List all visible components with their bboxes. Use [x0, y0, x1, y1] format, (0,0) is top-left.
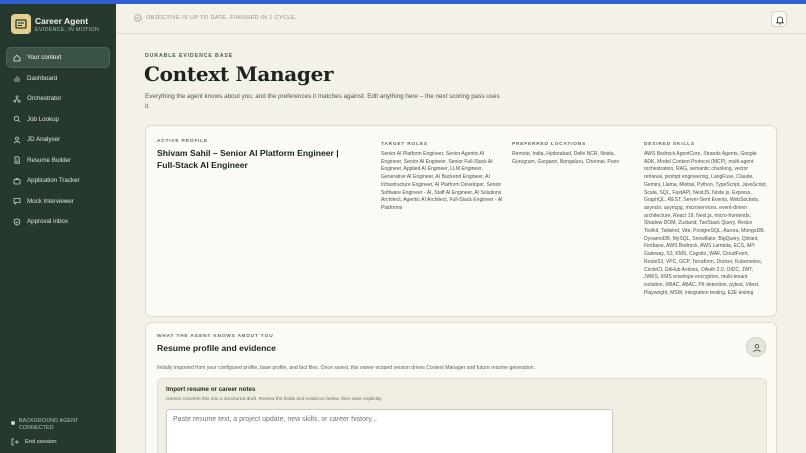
import-hint: Gemini converts this into a structured d… [166, 397, 383, 402]
profile-avatar-button[interactable] [746, 337, 766, 357]
sidebar-item-label: Mock Interviewer [27, 197, 74, 205]
shield-icon [13, 217, 21, 226]
logo-icon [11, 14, 31, 34]
evidence-description: Initially imported from your configured … [157, 365, 535, 371]
active-profile-card: ACTIVE PROFILE Shivam Sahil – Senior AI … [145, 125, 777, 317]
target-roles-label: TARGET ROLES [381, 142, 428, 147]
chat-icon [13, 198, 21, 205]
sidebar-item-job-lookup[interactable]: Job Lookup [7, 110, 109, 129]
sidebar-nav: Your context Dashboard Orchestrator Job … [6, 47, 110, 233]
page-description: Everything the agent knows about you, an… [145, 93, 500, 110]
sidebar-item-label: Your context [27, 54, 62, 61]
network-icon [13, 94, 21, 103]
import-title: Import resume or career notes [166, 386, 256, 393]
briefcase-icon [13, 177, 21, 184]
resume-evidence-card: WHAT THE AGENT KNOWS ABOUT YOU Resume pr… [145, 322, 777, 453]
sidebar-item-dashboard[interactable]: Dashboard [7, 69, 109, 88]
sidebar-item-jd-analyser[interactable]: JD Analyser [7, 130, 109, 149]
brand: Career Agent EVIDENCE, IN MOTION [11, 14, 111, 40]
user-icon [753, 344, 761, 353]
page-title: Context Manager [144, 62, 334, 86]
sidebar-item-application-tracker[interactable]: Application Tracker [7, 171, 109, 190]
agent-status-text: BACKGROUND AGENT CONNECTED [19, 418, 79, 431]
sidebar-item-label: Resume Builder [27, 156, 72, 164]
locations-label: PREFERRED LOCATIONS [512, 142, 587, 147]
status-dot-icon [11, 421, 15, 425]
page-eyebrow: DURABLE EVIDENCE BASE [145, 53, 234, 59]
sidebar-item-label: JD Analyser [27, 136, 61, 143]
sidebar-item-label: Dashboard [27, 74, 58, 82]
evidence-section-label: WHAT THE AGENT KNOWS ABOUT YOU [157, 334, 274, 339]
end-session-button[interactable]: End session [11, 438, 57, 446]
active-profile-label: ACTIVE PROFILE [157, 139, 208, 144]
main-content: OBJECTIVE IS UP TO DATE. FINISHED IN 1 C… [116, 4, 806, 453]
sidebar-item-label: Job Lookup [27, 115, 59, 123]
sidebar-item-mock-interviewer[interactable]: Mock Interviewer [7, 192, 109, 211]
sidebar: Career Agent EVIDENCE, IN MOTION Your co… [0, 4, 116, 453]
bar-chart-icon [14, 76, 20, 82]
search-icon [13, 115, 21, 123]
app-title: Career Agent [35, 16, 89, 26]
evidence-title: Resume profile and evidence [157, 343, 276, 353]
skills-value: AWS Bedrock AgentCore, Strands Agents, G… [644, 151, 768, 296]
sidebar-item-approval-inbox[interactable]: Approval inbox [7, 212, 109, 231]
sidebar-item-your-context[interactable]: Your context [6, 47, 110, 68]
sidebar-item-label: Approval inbox [27, 218, 68, 225]
objective-status: OBJECTIVE IS UP TO DATE. FINISHED IN 1 C… [146, 15, 297, 21]
header-bar: OBJECTIVE IS UP TO DATE. FINISHED IN 1 C… [116, 4, 806, 34]
locations-value: Remote, India, Hyderabad, Delhi NCR, Noi… [512, 151, 620, 165]
sidebar-item-resume-builder[interactable]: Resume Builder [7, 151, 109, 170]
sidebar-item-orchestrator[interactable]: Orchestrator [7, 89, 109, 108]
logout-icon [11, 438, 19, 446]
document-icon [14, 156, 20, 164]
sidebar-item-label: Application Tracker [27, 177, 80, 184]
bell-icon [775, 16, 785, 25]
notifications-button[interactable] [771, 11, 787, 27]
profile-name: Shivam Sahil – Senior AI Platform Engine… [157, 148, 339, 170]
skills-label: DESIRED SKILLS [644, 142, 695, 147]
user-icon [13, 136, 21, 143]
resume-import-input[interactable] [166, 409, 613, 453]
check-circle-icon [134, 14, 142, 22]
app-subtitle: EVIDENCE, IN MOTION [35, 27, 99, 33]
end-session-label: End session [25, 439, 57, 445]
target-roles-value: Senior AI Platform Engineer, Senior Agen… [381, 151, 503, 211]
home-icon [13, 54, 21, 61]
import-panel: Import resume or career notes Gemini con… [157, 378, 767, 453]
sidebar-item-label: Orchestrator [27, 95, 62, 102]
